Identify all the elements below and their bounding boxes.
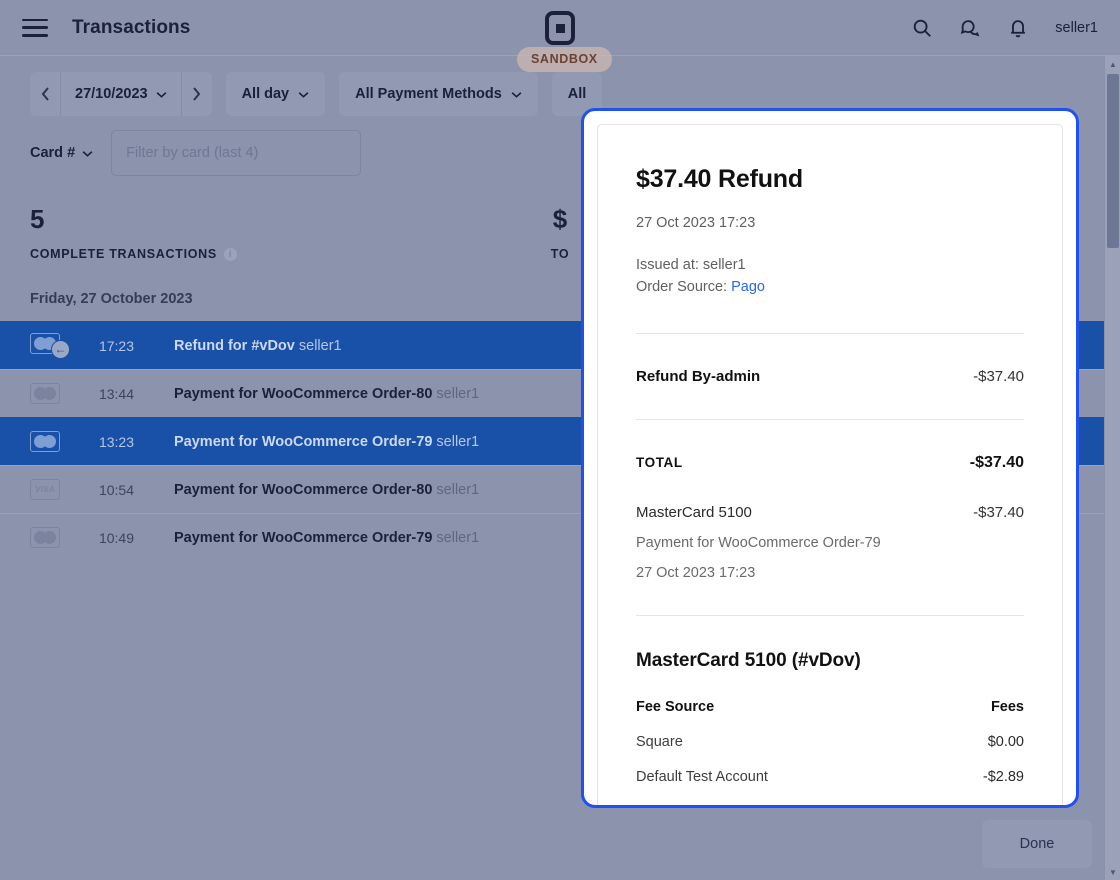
scroll-up-arrow-icon[interactable]: ▲: [1105, 56, 1120, 72]
card-filter-text: Card #: [30, 145, 76, 161]
refund-line-label: Refund By-admin: [636, 367, 761, 385]
mastercard-icon: [30, 431, 74, 452]
transaction-description: Payment for WooCommerce Order-80 seller1: [174, 386, 479, 402]
chevron-down-icon: [298, 91, 309, 98]
issued-at: Issued at: seller1: [636, 257, 746, 273]
modal-timestamp: 27 Oct 2023 17:23: [636, 215, 756, 231]
payment-methods-value: All Payment Methods: [355, 86, 502, 102]
mastercard-icon: [30, 527, 74, 548]
fee-section-title: MasterCard 5100 (#vDov): [636, 649, 861, 671]
card-number-filter-label[interactable]: Card #: [30, 145, 97, 161]
transaction-seller: seller1: [436, 385, 480, 402]
transaction-description: Payment for WooCommerce Order-80 seller1: [174, 482, 479, 498]
table-row: Square $0.00: [636, 734, 1024, 750]
transaction-seller: seller1: [436, 433, 480, 450]
fee-value: -$2.89: [982, 768, 1024, 785]
payment-description: Payment for WooCommerce Order-79: [636, 534, 881, 551]
divider: [636, 614, 1024, 616]
total-label: TOTAL: [636, 454, 683, 470]
messages-icon[interactable]: [959, 17, 981, 39]
transaction-time: 10:54: [98, 481, 134, 498]
info-icon[interactable]: i: [223, 247, 237, 261]
scroll-down-arrow-icon[interactable]: ▼: [1105, 864, 1120, 880]
modal-title: $37.40 Refund: [636, 165, 803, 193]
additional-filter-value: All: [567, 86, 587, 102]
fee-source: Square: [636, 733, 683, 750]
order-source-link[interactable]: Pago: [731, 279, 765, 295]
transaction-desc-text: Payment for WooCommerce Order-80: [174, 481, 433, 498]
transaction-time: 13:23: [98, 433, 134, 450]
date-filter-value: 27/10/2023: [75, 86, 148, 102]
sandbox-badge: SANDBOX: [517, 47, 612, 72]
payment-amount: -$37.40: [973, 503, 1024, 521]
stat-complete-transactions: 5 COMPLETE TRANSACTIONS i: [30, 204, 383, 261]
screen: Transactions SANDBOX seller1 27/10/2023 …: [0, 0, 1120, 880]
chevron-down-icon: [156, 91, 166, 98]
table-row: Default Test Account -$2.89: [636, 769, 1024, 785]
transaction-description: Refund for #vDov seller1: [174, 338, 342, 354]
payment-timestamp: 27 Oct 2023 17:23: [636, 564, 756, 581]
stat-label-text: TO: [550, 247, 570, 261]
fee-source-column-header: Fee Source: [636, 698, 715, 715]
transaction-time: 17:23: [98, 337, 134, 354]
time-of-day-value: All day: [241, 86, 290, 102]
modal-meta: Issued at: seller1 Order Source: Pago: [636, 254, 1024, 299]
transaction-desc-text: Payment for WooCommerce Order-79: [174, 529, 433, 546]
refund-line: Refund By-admin -$37.40: [636, 368, 1024, 385]
total-value: -$37.40: [969, 453, 1024, 471]
date-filter[interactable]: 27/10/2023: [61, 72, 181, 116]
square-logo-icon: [545, 11, 575, 45]
payment-methods-filter[interactable]: All Payment Methods: [339, 72, 538, 116]
scrollbar-thumb[interactable]: [1107, 74, 1119, 248]
hamburger-icon[interactable]: [22, 18, 48, 37]
bell-icon[interactable]: [1007, 17, 1029, 39]
payment-card: MasterCard 5100: [636, 503, 752, 521]
modal-card: $37.40 Refund 27 Oct 2023 17:23 Issued a…: [597, 124, 1063, 805]
transaction-time: 13:44: [98, 385, 134, 402]
next-day-button[interactable]: [182, 72, 212, 116]
transaction-time: 10:49: [98, 529, 134, 546]
chevron-right-icon: [193, 87, 201, 101]
transaction-description: Payment for WooCommerce Order-79 seller1: [174, 530, 479, 546]
divider: [636, 418, 1024, 420]
fee-value: $0.00: [987, 733, 1024, 750]
page-scrollbar[interactable]: ▲ ▼: [1104, 56, 1120, 880]
transaction-desc-text: Payment for WooCommerce Order-80: [174, 385, 433, 402]
date-navigator: 27/10/2023: [30, 72, 212, 116]
stat-value: 5: [30, 204, 45, 234]
transaction-seller: seller1: [436, 529, 480, 546]
refund-line-value: -$37.40: [973, 367, 1024, 385]
transaction-seller: seller1: [436, 481, 480, 498]
done-button[interactable]: Done: [982, 820, 1092, 868]
visa-icon: VISA: [30, 479, 74, 500]
top-bar-actions: seller1: [911, 17, 1098, 39]
page-title: Transactions: [72, 16, 191, 38]
stat-label-text: COMPLETE TRANSACTIONS: [30, 247, 217, 261]
previous-day-button[interactable]: [30, 72, 60, 116]
transaction-desc-text: Refund for #vDov: [174, 337, 295, 354]
total-line: TOTAL -$37.40: [636, 454, 1024, 472]
fee-source: Default Test Account: [636, 768, 768, 785]
order-source-label: Order Source:: [636, 279, 728, 296]
stat-label: COMPLETE TRANSACTIONS i: [30, 247, 383, 261]
fee-table-header: Fee Source Fees: [636, 699, 1024, 715]
transaction-seller: seller1: [298, 337, 342, 354]
transaction-description: Payment for WooCommerce Order-79 seller1: [174, 434, 479, 450]
transaction-desc-text: Payment for WooCommerce Order-79: [174, 433, 433, 450]
payment-detail: MasterCard 5100 -$37.40 Payment for WooC…: [636, 504, 1024, 581]
chevron-down-icon: [511, 91, 522, 98]
transaction-detail-modal: $37.40 Refund 27 Oct 2023 17:23 Issued a…: [581, 108, 1079, 808]
time-of-day-filter[interactable]: All day: [225, 72, 326, 116]
account-username[interactable]: seller1: [1055, 20, 1098, 36]
top-bar: Transactions SANDBOX seller1: [0, 0, 1120, 72]
refund-card-icon: ←: [30, 332, 74, 359]
order-source: Order Source: Pago: [636, 276, 1024, 298]
chevron-down-icon: [82, 150, 93, 157]
fees-column-header: Fees: [990, 698, 1024, 715]
search-icon[interactable]: [911, 17, 933, 39]
mastercard-icon: [30, 383, 74, 404]
chevron-left-icon: [41, 87, 49, 101]
divider: [636, 332, 1024, 334]
card-filter-input[interactable]: [111, 130, 362, 176]
